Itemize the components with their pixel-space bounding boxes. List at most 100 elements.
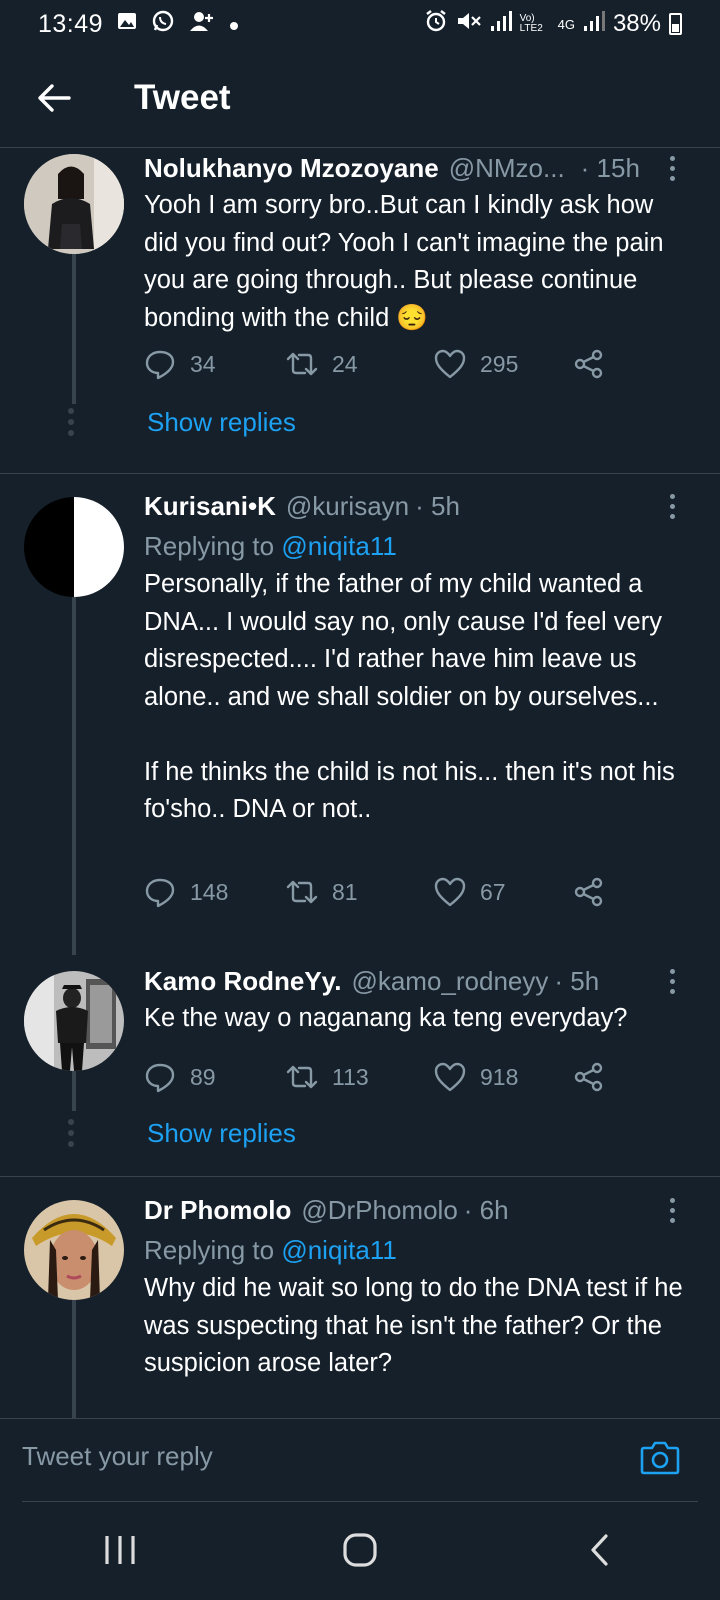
thread-line [72,597,76,955]
retweet-icon [286,352,318,376]
reply-icon [145,1063,175,1093]
network-type-label: 4G [557,16,575,32]
like-count: 295 [480,350,519,377]
author-handle[interactable]: @NMzo... [449,153,565,184]
system-nav-bar [0,1500,720,1600]
reply-tweet[interactable]: Nolukhanyo Mzozoyane @NMzo... · 15h Yooh… [0,150,720,470]
alarm-icon [424,9,448,40]
retweet-icon [286,1065,318,1089]
author-name[interactable]: Nolukhanyo Mzozoyane [144,153,439,184]
more-thread-icon [68,408,74,436]
gallery-icon [117,10,137,38]
retweet-count: 81 [332,878,358,905]
author-name[interactable]: Dr Phomolo [144,1195,291,1226]
back-button[interactable] [24,68,84,128]
share-button[interactable] [574,349,618,379]
tweet-actions: 148 81 67 [144,872,618,912]
chevron-left-icon [591,1534,608,1566]
tweet-text: Ke the way o naganang ka teng everyday? [144,1004,628,1032]
share-button[interactable] [574,1062,618,1092]
retweet-button[interactable]: 113 [286,1063,434,1091]
share-icon [574,877,603,907]
replying-to-prefix: Replying to [144,1235,282,1265]
signal-2-icon [583,10,605,39]
replying-to: Replying to @niqita11 [144,1231,684,1269]
reply-icon [145,350,175,380]
avatar[interactable] [24,971,124,1071]
mute-icon [456,9,482,40]
author-name[interactable]: Kamo RodneYy. [144,966,341,997]
tweet-time: · 15h [580,152,640,183]
like-button[interactable]: 67 [434,877,574,907]
like-button[interactable]: 295 [434,349,574,379]
heart-icon [434,877,466,907]
like-button[interactable]: 918 [434,1062,574,1092]
show-replies[interactable]: Show replies [0,392,720,452]
retweet-button[interactable]: 81 [286,878,434,906]
retweet-button[interactable]: 24 [286,350,434,378]
more-options-button[interactable] [660,963,684,999]
tweet-time: · 5h [554,965,600,996]
reply-composer: Tweet your reply [0,1418,720,1502]
mention-link[interactable]: @niqita11 [281,1235,397,1265]
heart-icon [434,1062,466,1092]
show-replies-label[interactable]: Show replies [147,407,296,438]
author-name[interactable]: Kurisani•K [144,491,276,522]
more-thread-icon [68,1119,74,1147]
camera-icon [640,1441,680,1475]
reply-count: 148 [190,878,229,905]
share-icon [574,1062,603,1092]
replying-to-prefix: Replying to [144,531,282,561]
show-replies[interactable]: Show replies [0,1103,720,1163]
author-handle[interactable]: @DrPhomolo [301,1195,457,1226]
reply-button[interactable]: 148 [144,876,286,908]
battery-percent: 38% [612,10,661,37]
mention-link[interactable]: @niqita11 [281,531,397,561]
page-title: Tweet [134,77,231,117]
author-handle[interactable]: @kamo_rodneyy [351,966,548,997]
avatar[interactable] [24,154,124,254]
author-handle[interactable]: @kurisayn [286,491,409,522]
battery-icon [669,13,682,35]
home-button[interactable] [310,1515,410,1585]
more-options-button[interactable] [660,1192,684,1228]
replying-to: Replying to @niqita11 [144,527,684,565]
retweet-count: 24 [332,350,358,377]
volte-label: Vo) LTE2 [519,13,543,34]
recent-apps-icon [105,1536,135,1564]
reply-button[interactable]: 34 [144,348,286,380]
top-app-bar: Tweet [0,48,720,148]
reply-count: 34 [190,350,216,377]
whatsapp-icon [151,9,175,40]
avatar[interactable] [24,497,124,597]
reply-input[interactable]: Tweet your reply [22,1441,213,1472]
retweet-icon [286,880,318,904]
more-options-button[interactable] [660,150,684,186]
reply-button[interactable]: 89 [144,1061,286,1093]
like-count: 918 [480,1063,519,1090]
reply-tweet[interactable]: Kurisani•K @kurisayn · 5h Replying to @n… [0,488,720,955]
recent-apps-button[interactable] [70,1515,170,1585]
back-arrow-icon [38,83,71,112]
reply-tweet[interactable]: Dr Phomolo @DrPhomolo · 6h Replying to @… [0,1192,720,1418]
like-count: 67 [480,878,506,905]
system-back-button[interactable] [550,1515,650,1585]
home-icon [343,1533,377,1567]
signal-icon [490,10,512,39]
notification-dot-icon [229,10,239,38]
reply-tweet[interactable]: Kamo RodneYy. @kamo_rodneyy · 5h Ke the … [0,963,720,1163]
show-replies-label[interactable]: Show replies [147,1118,296,1149]
avatar[interactable] [24,1200,124,1300]
status-time: 13:49 [38,9,104,38]
tweet-time: · 5h [415,490,460,521]
tweet-time: · 6h [463,1194,509,1225]
divider [0,473,720,474]
camera-button[interactable] [640,1439,680,1480]
more-options-button[interactable] [660,488,684,524]
reply-count: 89 [190,1063,216,1090]
status-bar: 13:49 Vo) LTE2 4G 38% [0,0,720,48]
share-button[interactable] [574,877,618,907]
retweet-count: 113 [332,1063,369,1090]
heart-icon [434,349,466,379]
tweet-text: Why did he wait so long to do the DNA te… [144,1274,683,1377]
